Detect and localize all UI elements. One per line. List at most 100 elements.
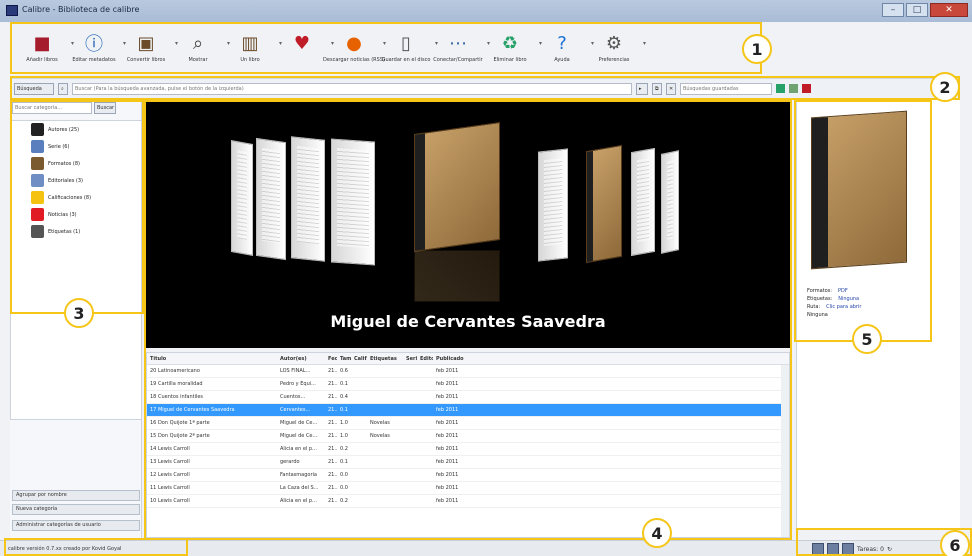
toolbar-button[interactable]: ▥ Un libro ▾: [224, 22, 282, 70]
clear-search-button[interactable]: ✕: [666, 82, 676, 95]
search-input[interactable]: Buscar (Para la búsqueda avanzada, pulse…: [72, 82, 632, 95]
copy-search-button[interactable]: ⧉: [652, 82, 662, 95]
toolbar-button[interactable]: ▯ Guardar en el disco ▾: [380, 22, 438, 70]
remove-search-icon[interactable]: [802, 84, 811, 93]
toolbar-button[interactable]: ■ Añadir libros ▾: [16, 22, 74, 70]
callout-5: 5: [852, 324, 882, 354]
delete-search-icon[interactable]: [789, 84, 798, 93]
toolbar-button[interactable]: ⚙ Preferencias ▾: [588, 22, 646, 70]
category-item[interactable]: Etiquetas (1): [11, 223, 141, 240]
table-cell: 0.6: [340, 368, 348, 374]
toolbar-button-label: Ayuda: [554, 57, 570, 63]
column-header[interactable]: Editorial: [417, 356, 433, 362]
table-row[interactable]: 11 Lewis Carroll La Caza del S... 21...0.0…: [147, 482, 789, 495]
close-button[interactable]: ✕: [930, 3, 968, 17]
toolbar-button[interactable]: ? Ayuda ▾: [536, 22, 594, 70]
column-header[interactable]: Serie: [403, 356, 417, 362]
details-book-cover[interactable]: [811, 110, 907, 270]
toolbar-button[interactable]: ⋯ Conectar/Compartir ▾: [432, 22, 490, 70]
find-button[interactable]: Buscar: [94, 102, 116, 114]
table-cell: Cuentos...: [280, 394, 306, 400]
toolbar-button[interactable]: ⌕ Mostrar ▾: [172, 22, 230, 70]
category-filter-input[interactable]: Buscar categoría...: [12, 102, 92, 114]
table-row[interactable]: 10 Lewis Carroll Alicia en el p... 21...0.…: [147, 495, 789, 508]
save-search-icon[interactable]: [776, 84, 785, 93]
table-scrollbar[interactable]: [781, 365, 789, 537]
browse-icon[interactable]: [842, 543, 854, 555]
toolbar-button-label: Eliminar libro: [493, 57, 527, 63]
dropdown-arrow-icon[interactable]: ▾: [643, 40, 646, 47]
category-item[interactable]: Formatos (8): [11, 155, 141, 172]
table-row[interactable]: 14 Lewis Carroll Alicia en el p... 21...0.…: [147, 443, 789, 456]
book-cover-thumb[interactable]: [586, 144, 622, 264]
table-cell: 12 Lewis Carroll: [150, 472, 190, 478]
category-item-label: Etiquetas (1): [48, 228, 81, 235]
category-item[interactable]: Editoriales (3): [11, 172, 141, 189]
table-cell: feb 2011: [436, 407, 459, 413]
table-row[interactable]: 20 Latinoamericano LOS FINAL... 21...0.6 fe…: [147, 365, 789, 378]
table-row[interactable]: 15 Don Quijote 2ª parte Miguel de Ce... 21…: [147, 430, 789, 443]
table-cell: Fantasmagoría: [280, 472, 317, 478]
library-icon: ▥: [241, 32, 259, 54]
detail-value[interactable]: Ninguna: [838, 296, 859, 304]
detail-value[interactable]: Clic para abrir: [826, 304, 861, 312]
book-page-thumb[interactable]: [291, 136, 325, 262]
device-icon[interactable]: [812, 543, 824, 555]
table-cell: 19 Cartilla moralidad: [150, 381, 203, 387]
table-cell: Miguel de Ce...: [280, 420, 318, 426]
toolbar-button[interactable]: ♥ ▾: [276, 22, 334, 70]
jobs-indicator[interactable]: Tareas: 0: [857, 546, 884, 553]
minimize-button[interactable]: –: [882, 3, 904, 17]
table-cell: 20 Latinoamericano: [150, 368, 200, 374]
table-row[interactable]: 16 Don Quijote 1ª parte Miguel de Ce... 21…: [147, 417, 789, 430]
toolbar-button[interactable]: ♻ Eliminar libro ▾: [484, 22, 542, 70]
new-category-button[interactable]: Nueva categoría: [12, 504, 140, 515]
book-page-thumb[interactable]: [331, 138, 375, 266]
group-by-button[interactable]: Agrupar por nombre: [12, 490, 140, 501]
book-page-thumb[interactable]: [256, 137, 286, 261]
column-header[interactable]: Título: [147, 356, 277, 362]
toolbar-button[interactable]: ▣ Convertir libros ▾: [120, 22, 178, 70]
table-cell: 0.2: [340, 446, 348, 452]
column-header[interactable]: Etiquetas: [367, 356, 403, 362]
detail-value[interactable]: PDF: [838, 288, 848, 296]
column-header[interactable]: Autor(es): [277, 356, 325, 362]
column-header[interactable]: Calif.: [351, 356, 367, 362]
selected-book-cover[interactable]: [414, 121, 500, 253]
detail-row: Etiquetas: Ninguna: [807, 296, 861, 304]
toolbar-button[interactable]: ⓘ Editar metadatos ▾: [68, 22, 126, 70]
status-text: calibre versión 0.7.xx creado por Kovid …: [8, 546, 122, 552]
table-row[interactable]: 19 Cartilla moralidad Pedro y Equi... 21..…: [147, 378, 789, 391]
table-cell: 21...: [328, 446, 337, 452]
column-header[interactable]: Publicado: [433, 356, 493, 362]
device-icon: ▯: [401, 32, 411, 54]
table-cell: 21...: [328, 498, 337, 504]
toolbar-button[interactable]: ● Descargar noticias (RSS) ▾: [323, 22, 386, 70]
advanced-search-button[interactable]: Búsqueda: [14, 82, 54, 95]
saved-searches-select[interactable]: Búsquedas guardadas: [680, 82, 772, 95]
callout-1: 1: [742, 34, 772, 64]
maximize-button[interactable]: □: [906, 3, 928, 17]
table-cell: 0.4: [340, 394, 348, 400]
share-icon: ⋯: [449, 32, 467, 54]
book-page-thumb[interactable]: [631, 147, 655, 257]
table-row[interactable]: 18 Cuentos infantiles Cuentos... 21...0.4 f…: [147, 391, 789, 404]
column-header[interactable]: Tam.: [337, 356, 351, 362]
book-page-thumb[interactable]: [661, 150, 679, 254]
book-page-thumb[interactable]: [538, 148, 568, 262]
book-page-thumb[interactable]: [231, 140, 253, 256]
search-icon[interactable]: ⌕: [58, 82, 68, 95]
category-item[interactable]: Autores (25): [11, 121, 141, 138]
layout-icon[interactable]: [827, 543, 839, 555]
table-row[interactable]: 12 Lewis Carroll Fantasmagoría 21...0.0 feb…: [147, 469, 789, 482]
category-item[interactable]: Calificaciones (8): [11, 189, 141, 206]
manage-categories-button[interactable]: Administrar categorías de usuario: [12, 520, 140, 531]
column-header[interactable]: Fecha: [325, 356, 337, 362]
category-item[interactable]: Serie (6): [11, 138, 141, 155]
table-row[interactable]: 13 Lewis Carroll gerardo 21...0.1 feb 2011: [147, 456, 789, 469]
cover-browser[interactable]: Miguel de Cervantes Saavedra: [146, 100, 790, 348]
table-cell: feb 2011: [436, 472, 459, 478]
search-go-button[interactable]: ▸: [636, 82, 648, 95]
table-row[interactable]: 17 Miguel de Cervantes Saavedra Cervantes…: [147, 404, 789, 417]
category-item[interactable]: Noticias (3): [11, 206, 141, 223]
